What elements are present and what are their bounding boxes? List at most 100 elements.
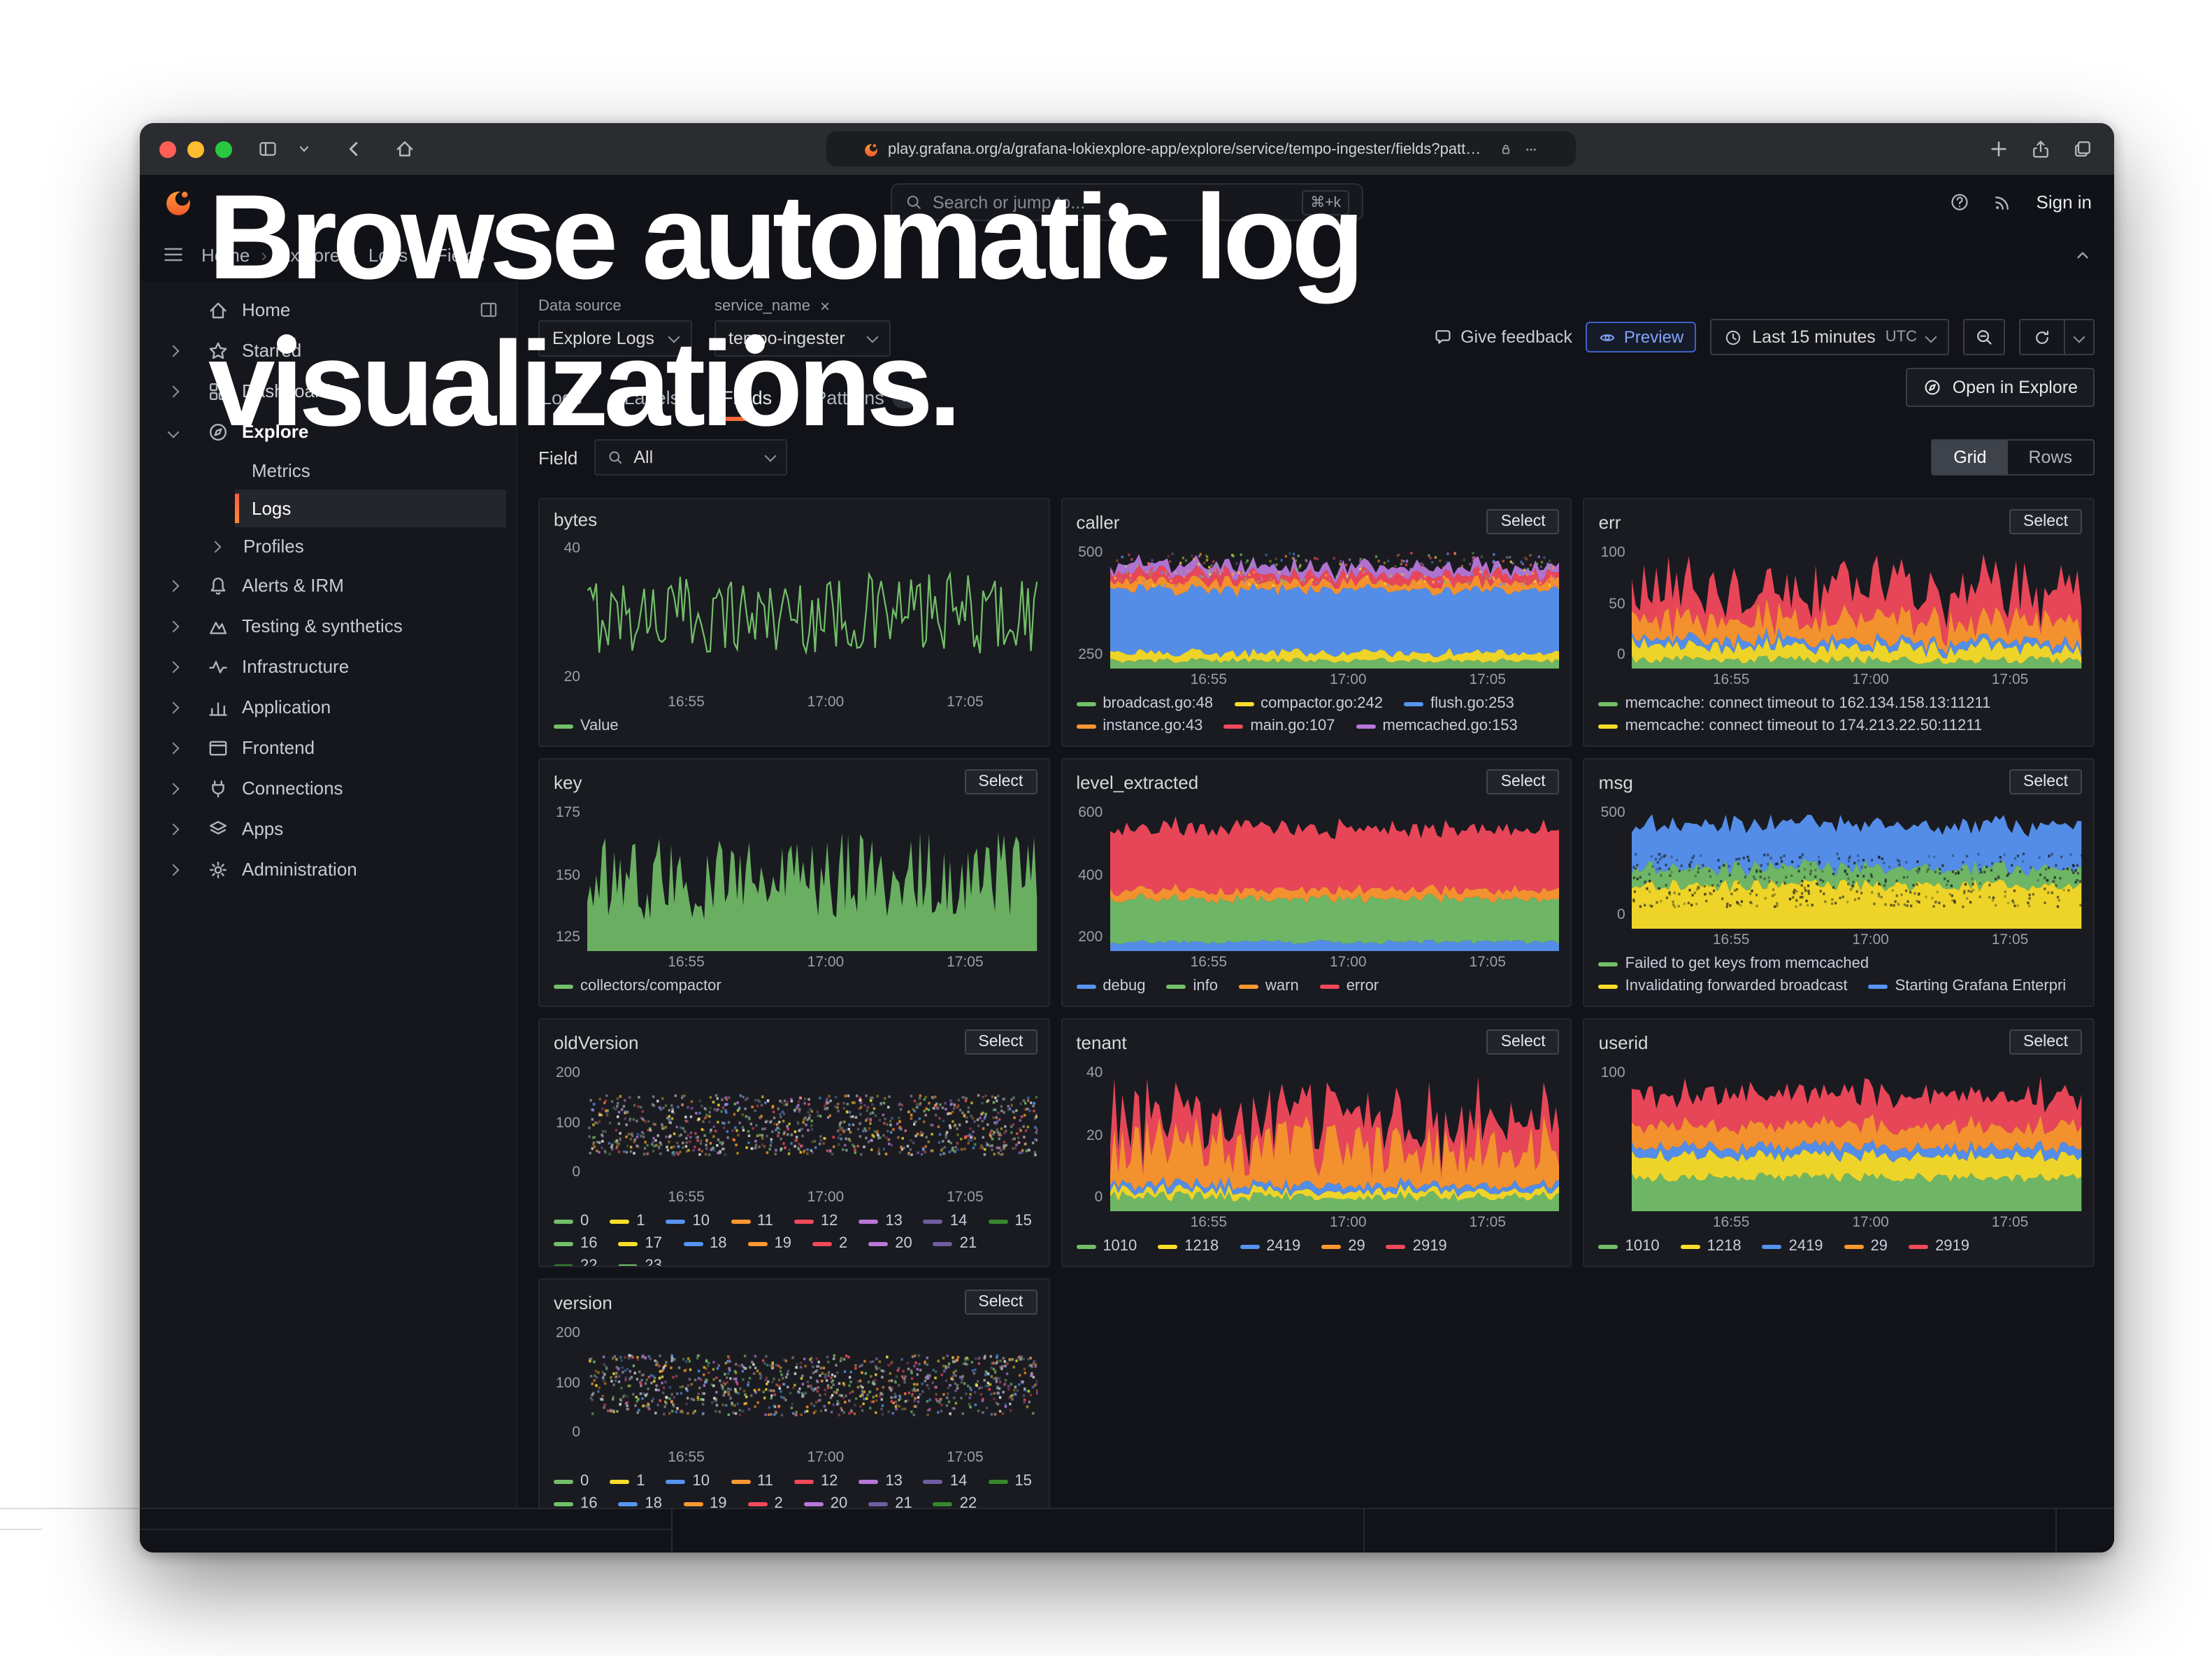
close-window-button[interactable] xyxy=(159,141,176,157)
legend-label: 11 xyxy=(757,1213,773,1229)
refresh-interval-dropdown[interactable] xyxy=(2064,320,2093,354)
legend-item[interactable]: 15 xyxy=(988,1213,1032,1229)
legend-item[interactable]: flush.go:253 xyxy=(1404,695,1514,712)
legend-item[interactable]: info xyxy=(1167,978,1219,994)
legend-item[interactable]: 16 xyxy=(554,1235,598,1252)
minimize-window-button[interactable] xyxy=(187,141,204,157)
legend-item[interactable]: 12 xyxy=(794,1473,838,1490)
chevron-down-icon[interactable] xyxy=(291,136,316,162)
share-icon[interactable] xyxy=(2027,136,2053,162)
legend-item[interactable]: Value xyxy=(554,718,619,734)
legend-item[interactable]: memcache: connect timeout to 174.213.22.… xyxy=(1599,718,1982,734)
legend-item[interactable]: warn xyxy=(1239,978,1299,994)
legend-item[interactable]: 20 xyxy=(868,1235,912,1252)
legend-item[interactable]: Failed to get keys from memcached xyxy=(1599,955,1869,972)
legend-item[interactable]: 2919 xyxy=(1386,1238,1447,1255)
sidebar-item-logs[interactable]: Logs xyxy=(235,490,506,527)
legend-item[interactable]: Invalidating forwarded broadcast xyxy=(1599,978,1848,994)
sidebar-item-frontend[interactable]: Frontend xyxy=(140,727,516,768)
select-button[interactable]: Select xyxy=(964,1290,1037,1315)
sidebar-item-connections[interactable]: Connections xyxy=(140,768,516,808)
legend-item[interactable]: main.go:107 xyxy=(1223,718,1335,734)
legend-item[interactable]: 13 xyxy=(859,1473,903,1490)
legend-item[interactable]: 11 xyxy=(731,1473,773,1490)
select-button[interactable]: Select xyxy=(2009,769,2082,794)
sidebar-item-infrastructure[interactable]: Infrastructure xyxy=(140,646,516,687)
news-rss-icon[interactable] xyxy=(1993,191,2014,212)
rows-view-button[interactable]: Rows xyxy=(2007,441,2093,474)
sign-in-link[interactable]: Sign in xyxy=(2037,191,2092,212)
select-button[interactable]: Select xyxy=(964,1029,1037,1055)
legend-item[interactable]: Starting Grafana Enterpri xyxy=(1869,978,2067,994)
sidebar-item-administration[interactable]: Administration xyxy=(140,849,516,890)
legend-item[interactable]: memcache: connect timeout to 162.134.158… xyxy=(1599,695,1991,712)
legend-item[interactable]: 17 xyxy=(619,1235,663,1252)
legend-item[interactable]: 29 xyxy=(1844,1238,1888,1255)
legend-item[interactable]: 1 xyxy=(610,1473,645,1490)
sidebar-item-apps[interactable]: Apps xyxy=(140,808,516,849)
grid-view-button[interactable]: Grid xyxy=(1932,441,2007,474)
legend-item[interactable]: 0 xyxy=(554,1473,589,1490)
legend-item[interactable]: 2919 xyxy=(1909,1238,1969,1255)
legend-item[interactable]: 18 xyxy=(683,1235,727,1252)
legend-item[interactable]: error xyxy=(1320,978,1379,994)
select-button[interactable]: Select xyxy=(1487,769,1560,794)
fullscreen-window-button[interactable] xyxy=(215,141,232,157)
legend-item[interactable]: 10 xyxy=(666,1473,710,1490)
select-button[interactable]: Select xyxy=(964,769,1037,794)
legend-item[interactable]: 1218 xyxy=(1158,1238,1219,1255)
legend-item[interactable]: instance.go:43 xyxy=(1076,718,1202,734)
menu-toggle-icon[interactable] xyxy=(162,243,185,266)
legend-item[interactable]: 2 xyxy=(812,1235,847,1252)
legend-item[interactable]: 21 xyxy=(933,1235,977,1252)
give-feedback-link[interactable]: Give feedback xyxy=(1432,327,1572,347)
x-tick: 17:00 xyxy=(807,1449,845,1466)
legend-item[interactable]: 23 xyxy=(619,1257,663,1266)
legend-item[interactable]: 29 xyxy=(1321,1238,1365,1255)
legend-item[interactable]: compactor.go:242 xyxy=(1234,695,1383,712)
legend-item[interactable]: memcached.go:153 xyxy=(1356,718,1518,734)
tab-overview-icon[interactable] xyxy=(2069,136,2095,162)
back-icon[interactable] xyxy=(341,136,366,162)
collapse-section-icon[interactable] xyxy=(2074,245,2092,264)
more-options-icon[interactable] xyxy=(1523,141,1539,157)
help-icon[interactable] xyxy=(1950,191,1971,212)
select-button[interactable]: Select xyxy=(2009,509,2082,534)
legend-swatch xyxy=(554,1241,573,1245)
legend-item[interactable]: 12 xyxy=(794,1213,838,1229)
sidebar-item-application[interactable]: Application xyxy=(140,687,516,727)
browser-home-icon[interactable] xyxy=(392,136,417,162)
grafana-logo[interactable] xyxy=(162,185,194,217)
open-in-explore-button[interactable]: Open in Explore xyxy=(1906,368,2095,407)
legend-item[interactable]: 13 xyxy=(859,1213,903,1229)
legend-item[interactable]: 10 xyxy=(666,1213,710,1229)
legend-item[interactable]: 1010 xyxy=(1599,1238,1660,1255)
select-button[interactable]: Select xyxy=(2009,1029,2082,1055)
sidebar-item-alerts-irm[interactable]: Alerts & IRM xyxy=(140,565,516,606)
refresh-button[interactable] xyxy=(2020,320,2064,354)
browser-sidebar-toggle-icon[interactable] xyxy=(254,136,280,162)
legend-item[interactable]: 22 xyxy=(554,1257,598,1266)
legend-item[interactable]: debug xyxy=(1076,978,1145,994)
legend-item[interactable]: 14 xyxy=(924,1473,968,1490)
legend-item[interactable]: 1010 xyxy=(1076,1238,1137,1255)
legend-item[interactable]: 1 xyxy=(610,1213,645,1229)
legend-item[interactable]: collectors/compactor xyxy=(554,978,721,994)
legend-item[interactable]: 15 xyxy=(988,1473,1032,1490)
legend-item[interactable]: 0 xyxy=(554,1213,589,1229)
select-button[interactable]: Select xyxy=(1487,509,1560,534)
select-button[interactable]: Select xyxy=(1487,1029,1560,1055)
new-tab-icon[interactable] xyxy=(1985,136,2011,162)
legend-item[interactable]: 14 xyxy=(924,1213,968,1229)
time-range-picker[interactable]: Last 15 minutes UTC xyxy=(1710,319,1949,355)
sidebar-item-profiles[interactable]: Profiles xyxy=(207,527,506,565)
legend-item[interactable]: 11 xyxy=(731,1213,773,1229)
legend-item[interactable]: 2419 xyxy=(1240,1238,1300,1255)
legend-item[interactable]: 1218 xyxy=(1681,1238,1741,1255)
legend-item[interactable]: broadcast.go:48 xyxy=(1076,695,1213,712)
legend-item[interactable]: 2419 xyxy=(1762,1238,1823,1255)
zoom-out-button[interactable] xyxy=(1963,319,2005,355)
sidebar-item-testing-synthetics[interactable]: Testing & synthetics xyxy=(140,606,516,646)
url-bar[interactable]: play.grafana.org/a/grafana-lokiexplore-a… xyxy=(826,131,1576,166)
legend-item[interactable]: 19 xyxy=(748,1235,792,1252)
